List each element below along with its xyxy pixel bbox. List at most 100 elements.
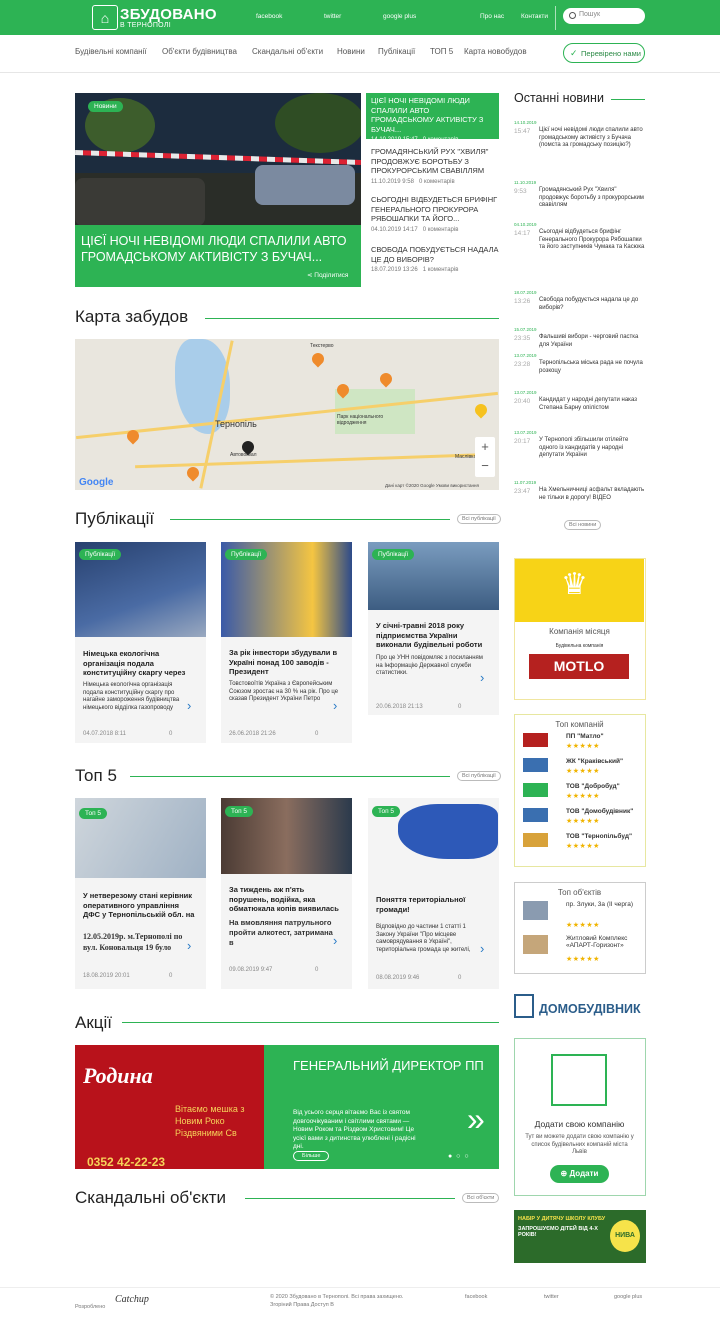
add-company-text: Тут ви можете додати свою компанію у спи… — [525, 1134, 634, 1155]
object-name: Житловий Комплекс «АПАРТ-Горизонт» — [566, 935, 628, 949]
menu-publications[interactable]: Публікації — [378, 47, 415, 56]
search-input[interactable]: Пошук — [563, 8, 645, 24]
side-news-meta: 14.10.2019 15:47 0 коментарів — [371, 137, 494, 143]
map-pin[interactable] — [309, 350, 327, 368]
latest-news-item[interactable]: 11.10.2019 9:53 Громадянський Рух "Хвиля" … — [514, 180, 646, 208]
menu-scandal[interactable]: Скандальні об'єкти — [252, 47, 323, 56]
add-company-button[interactable]: ⊕ Додати — [550, 1165, 609, 1183]
side-news-item[interactable]: СЬОГОДНІ ВІДБУДЕТЬСЯ БРИФІНГ ГЕНЕРАЛЬНОГ… — [371, 195, 504, 233]
map-label: Маслівка — [455, 454, 477, 460]
latest-news-item[interactable]: 04.10.2019 14:17 Сьогодні відбудеться бриф… — [514, 222, 646, 250]
copyright: © 2020 Збудовано в Тернополі. Всі права … — [270, 1294, 404, 1300]
latest-news-item[interactable]: 11.07.2019 23:47 На Хмельничниці асфальт в… — [514, 480, 646, 501]
rating-stars: ★★★★★ — [566, 743, 600, 750]
object-thumbnail — [523, 901, 548, 920]
map-pin[interactable] — [472, 401, 490, 419]
arrow-icon[interactable]: › — [480, 670, 484, 685]
latest-news-item[interactable]: 18.07.2019 13:26 Свобода побудується надал… — [514, 290, 646, 311]
promo-content: ГЕНЕРАЛЬНИЙ ДИРЕКТОР ПП Від усього серця… — [264, 1045, 499, 1169]
card-desc: Товстовоїтів Україна з Європейським Союз… — [229, 681, 339, 702]
news-time: 20:40 — [514, 398, 531, 405]
publication-card[interactable]: Публікації За рік інвестори збудували в … — [221, 542, 352, 743]
next-arrow-icon[interactable]: » — [467, 1101, 485, 1138]
latest-news-item[interactable]: 13.07.2019 20:17 У Тернополі збільшили оті… — [514, 430, 646, 458]
news-time: 23:28 — [514, 361, 531, 368]
all-objects-button[interactable]: Всі об'єкти — [462, 1193, 500, 1203]
side-news-item[interactable]: СВОБОДА ПОБУДУЄТЬСЯ НАДАЛА ЦЕ ДО ВИБОРІВ… — [371, 245, 504, 273]
card-badge: Топ 5 — [372, 806, 401, 817]
top5-card[interactable]: Топ 5 У нетверезому стані керівник опера… — [75, 798, 206, 989]
niva-banner[interactable]: НАБІР У ДИТЯЧУ ШКОЛУ КЛУБУ ЗАПРОШУЄМО ДІ… — [514, 1210, 646, 1263]
arrow-icon[interactable]: › — [333, 933, 337, 948]
side-news-item[interactable]: ГРОМАДЯНСЬКИЙ РУХ "ХВИЛЯ" ПРОДОВЖУЄ БОРО… — [371, 147, 504, 185]
google-plus-link[interactable]: google plus — [383, 13, 416, 20]
slider-dots[interactable]: ● ○ ○ — [448, 1153, 470, 1160]
top5-card[interactable]: Топ 5 За тиждень аж п'ять порушень, воді… — [221, 798, 352, 989]
latest-news-item[interactable]: 13.07.2019 20:40 Кандидат у народні депута… — [514, 390, 646, 411]
twitter-link[interactable]: twitter — [324, 13, 341, 20]
add-company-title: Додати свою компанію — [534, 1119, 625, 1129]
nav-about[interactable]: Про нас — [480, 13, 504, 20]
menu-objects[interactable]: Об'єкти будівництва — [162, 47, 237, 56]
promo-more-button[interactable]: Більше — [293, 1151, 330, 1161]
brand-title[interactable]: ЗБУДОВАНО — [120, 6, 217, 23]
add-company-label: Додати — [569, 1169, 599, 1178]
menu-map[interactable]: Карта новобудов — [464, 47, 527, 56]
all-publications-button[interactable]: Всі публікації — [457, 514, 501, 524]
card-badge: Публікації — [225, 549, 268, 560]
share-button[interactable]: ⋖ Поділитися — [307, 271, 348, 279]
publication-card[interactable]: Публікації У січні-травні 2018 року підп… — [368, 542, 499, 715]
side-news-item[interactable]: ЦІЄЇ НОЧІ НЕВІДОМІ ЛЮДИ СПАЛИЛИ АВТО ГРО… — [366, 93, 499, 143]
card-title: За тиждень аж п'ять порушень, водійка, я… — [229, 885, 339, 913]
map-credit: Дані карт ©2020 Google Умови використанн… — [385, 483, 479, 488]
latest-news-item[interactable]: 14.10.2019 15:47 Цієї ночі невідомі люди с… — [514, 120, 646, 148]
menu-top5[interactable]: ТОП 5 — [430, 47, 453, 56]
all-top5-button[interactable]: Всі публікації — [457, 771, 501, 781]
building-icon — [551, 1054, 607, 1106]
footer-twitter[interactable]: twitter — [544, 1294, 559, 1300]
latest-news-item[interactable]: 15.07.2019 23:35 Фальшиві вибори - чергови… — [514, 327, 646, 348]
arrow-icon[interactable]: › — [187, 698, 191, 713]
footer-policy[interactable]: Згоріний Права Доступ В — [270, 1302, 334, 1308]
menu-companies[interactable]: Будівельні компанії — [75, 47, 147, 56]
rating-stars: ★★★★★ — [566, 956, 600, 963]
top-objects-title: Топ об'єктів — [557, 888, 602, 897]
card-title: За рік інвестори збудували в Україні пон… — [229, 648, 338, 676]
card-title: У січні-травні 2018 року підприємства Ук… — [376, 621, 483, 649]
card-title: У нетверезому стані керівник оперативног… — [83, 891, 195, 919]
map-zoom-control[interactable]: + − — [475, 437, 495, 477]
logo-icon[interactable]: ⌂ — [92, 5, 118, 30]
nav-contacts[interactable]: Контакти — [521, 13, 548, 20]
publication-card[interactable]: Публікації Німецька екологічна організац… — [75, 542, 206, 743]
arrow-icon[interactable]: › — [333, 698, 337, 713]
construction-map[interactable]: Тернопіль Текстерво Парк національного в… — [75, 339, 499, 490]
all-news-button[interactable]: Всі новини — [564, 520, 602, 530]
company-name: ТОВ "Добробуд" — [566, 783, 620, 790]
developer-logo[interactable]: Catchup — [115, 1294, 149, 1305]
top5-card[interactable]: Топ 5 Поняття територіальної громади! Ві… — [368, 798, 499, 989]
company-logo — [523, 733, 548, 747]
news-time: 20:17 — [514, 438, 531, 445]
news-comments: 0 коментарів — [422, 137, 459, 143]
arrow-icon[interactable]: › — [480, 941, 484, 956]
map-pin[interactable] — [184, 464, 202, 482]
rating-stars: ★★★★★ — [566, 793, 600, 800]
menu-news[interactable]: Новини — [337, 47, 365, 56]
developer-label: Розроблено — [75, 1304, 106, 1310]
promo-banner-brand: Родина — [83, 1063, 153, 1088]
hero-news[interactable]: Новини ЦІЄЇ НОЧІ НЕВІДОМІ ЛЮДИ СПАЛИЛИ А… — [75, 93, 361, 287]
footer-facebook[interactable]: facebook — [465, 1294, 487, 1300]
card-date: 18.08.2019 20:01 — [83, 973, 130, 979]
latest-news-item[interactable]: 13.07.2019 23:28 Тернопільська міська рада… — [514, 353, 646, 374]
verified-button[interactable]: ✓ Перевірено нами — [563, 43, 645, 63]
news-text: На Хмельничниці асфальт вкладають не тіл… — [539, 487, 645, 501]
footer-google[interactable]: google plus — [614, 1294, 642, 1300]
arrow-icon[interactable]: › — [187, 938, 191, 953]
map-label: Парк національного відродження — [337, 414, 384, 426]
top-header: ⌂ ЗБУДОВАНО В ТЕРНОПОЛІ facebook twitter… — [0, 0, 720, 35]
map-pin[interactable] — [377, 370, 395, 388]
domobud-banner[interactable]: ДОМОБУДІВНИК — [514, 992, 646, 1024]
facebook-link[interactable]: facebook — [256, 13, 282, 20]
promo-slider[interactable]: Родина Вітаємо мешка з Новим Роко Різдвя… — [75, 1045, 499, 1169]
company-of-month[interactable]: ♛ Компанія місяця Будівельна компанія MO… — [514, 558, 646, 700]
